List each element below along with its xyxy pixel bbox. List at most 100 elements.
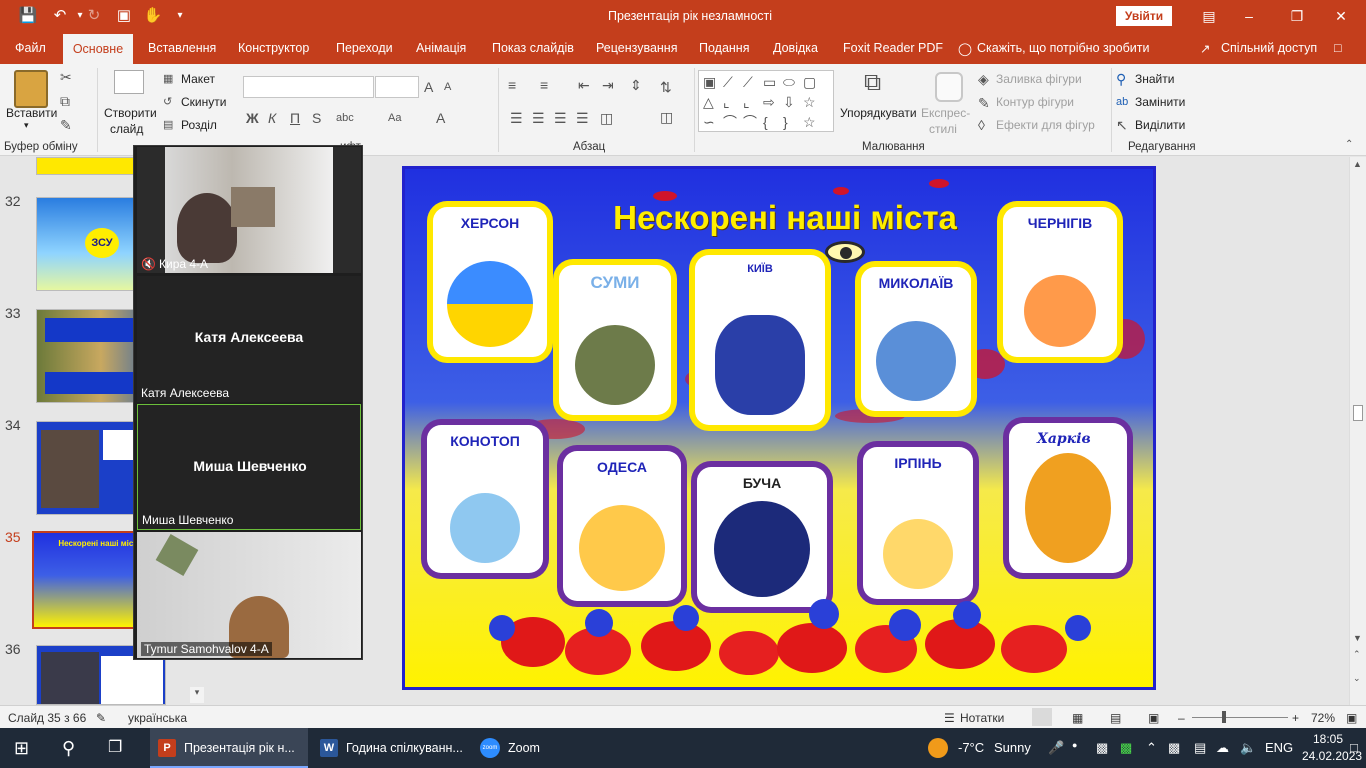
change-case-icon[interactable]: Aa	[388, 109, 401, 127]
find-button[interactable]: Знайти	[1135, 72, 1174, 86]
strikethrough-icon[interactable]: abc	[336, 109, 354, 127]
sign-in-button[interactable]: Увійти	[1116, 6, 1172, 26]
tray-app-icon[interactable]: ▩	[1168, 740, 1180, 756]
select-button[interactable]: Виділити	[1135, 118, 1185, 132]
start-slideshow-icon[interactable]: ▣	[114, 7, 134, 25]
tray-app-icon[interactable]: ▩	[1096, 740, 1108, 756]
ribbon-display-options-icon[interactable]: ▤	[1196, 5, 1222, 27]
tab-view[interactable]: Подання	[699, 41, 749, 55]
align-center-icon[interactable]: ☰	[532, 109, 545, 127]
restore-button[interactable]: ❐	[1284, 5, 1310, 27]
tab-help[interactable]: Довідка	[773, 41, 818, 55]
arrange-icon[interactable]: ⧉	[864, 71, 881, 95]
shadow-icon[interactable]: S	[312, 109, 321, 127]
star-shape-icon[interactable]: ☆	[803, 93, 816, 111]
font-color-icon[interactable]: A	[436, 109, 445, 127]
align-left-icon[interactable]: ☰	[510, 109, 523, 127]
vertical-scrollbar[interactable]: ▲ ▼ ⌃ ⌄	[1349, 157, 1366, 705]
quick-styles-button-line2[interactable]: стилі	[929, 122, 957, 136]
tab-slideshow[interactable]: Показ слайдів	[492, 41, 574, 55]
smartart-icon[interactable]: ◫	[660, 108, 673, 126]
task-view-icon[interactable]: ❐	[108, 728, 122, 768]
current-slide[interactable]: Нескорені наші міста ХЕРСОН СУМИ КИЇВ МИ…	[402, 166, 1156, 690]
tab-transitions[interactable]: Переходи	[336, 41, 393, 55]
taskbar-app-zoom[interactable]: zoom Zoom	[474, 728, 554, 768]
comments-icon[interactable]: □	[1334, 41, 1342, 55]
microphone-icon[interactable]: 🎤	[1048, 740, 1064, 756]
notes-button[interactable]: Нотатки	[960, 711, 1004, 725]
customize-toolbar-icon[interactable]: ▾	[170, 7, 190, 25]
arrange-button[interactable]: Упорядкувати	[840, 106, 917, 120]
copy-icon[interactable]: ⧉	[60, 92, 70, 110]
textbox-shape-icon[interactable]: ▣	[703, 73, 716, 91]
tab-foxit[interactable]: Foxit Reader PDF	[843, 41, 943, 55]
tab-review[interactable]: Рецензування	[596, 41, 677, 55]
italic-icon[interactable]: К	[268, 109, 276, 127]
increase-indent-icon[interactable]: ⇥	[602, 76, 614, 94]
spellcheck-icon[interactable]: ✎	[96, 711, 106, 725]
section-button[interactable]: Розділ	[181, 118, 217, 132]
line-spacing-icon[interactable]: ⇕	[630, 76, 642, 94]
paste-button[interactable]: Вставити	[6, 106, 57, 120]
rectangle-shape-icon[interactable]: ▭	[763, 73, 776, 91]
zoom-video-panel[interactable]: 🔇 Кира 4-А Катя Алексеева Катя Алексеева…	[133, 145, 363, 660]
participant-tile[interactable]: Tymur Samohvalov 4-A	[137, 532, 361, 658]
arc-shape-icon[interactable]: ⌒	[743, 113, 757, 131]
columns-icon[interactable]: ◫	[600, 109, 613, 127]
taskbar-app-powerpoint[interactable]: P Презентація рік н...	[150, 728, 308, 768]
windows-start-icon[interactable]: ⊞	[14, 728, 29, 768]
touch-mode-icon[interactable]: ✋	[143, 7, 163, 25]
new-slide-button-line2[interactable]: слайд	[110, 122, 143, 136]
tab-insert[interactable]: Вставлення	[148, 41, 216, 55]
zoom-tray-icon[interactable]: ●	[1072, 740, 1077, 750]
participant-tile-active-speaker[interactable]: Миша Шевченко Миша Шевченко	[137, 404, 361, 530]
zoom-slider-thumb[interactable]	[1222, 711, 1226, 723]
slideshow-view-icon[interactable]: ▣	[1148, 711, 1159, 725]
quick-styles-button[interactable]: Експрес-	[921, 106, 970, 120]
share-icon[interactable]: ↗	[1200, 41, 1210, 56]
font-name-input[interactable]	[243, 76, 374, 98]
close-button[interactable]: ✕	[1328, 5, 1354, 27]
decrease-font-icon[interactable]: A	[444, 78, 451, 96]
tray-chevron-icon[interactable]: ⌃	[1146, 740, 1157, 756]
tab-home[interactable]: Основне	[63, 34, 133, 64]
previous-slide-icon[interactable]: ⌃	[1353, 649, 1361, 660]
format-painter-icon[interactable]: ✎	[60, 116, 72, 134]
zoom-out-icon[interactable]: –	[1178, 711, 1185, 725]
participant-tile[interactable]: 🔇 Кира 4-А	[137, 147, 361, 273]
line-shape-icon[interactable]: ⟋	[723, 73, 733, 91]
volume-icon[interactable]: 🔈	[1240, 740, 1256, 756]
tab-file[interactable]: Файл	[15, 41, 46, 55]
replace-button[interactable]: Замінити	[1135, 95, 1185, 109]
tab-design[interactable]: Конструктор	[238, 41, 309, 55]
oval-shape-icon[interactable]: ⬭	[783, 73, 795, 91]
quick-styles-icon[interactable]	[935, 72, 963, 102]
decrease-indent-icon[interactable]: ⇤	[578, 76, 590, 94]
weather-description[interactable]: Sunny	[994, 740, 1031, 755]
star5-shape-icon[interactable]: ☆	[803, 113, 816, 131]
reset-button[interactable]: Скинути	[181, 95, 226, 109]
font-size-input[interactable]	[375, 76, 419, 98]
layout-button[interactable]: Макет	[181, 72, 215, 86]
paste-dropdown-icon[interactable]: ▾	[24, 120, 29, 131]
scroll-thumb[interactable]	[1353, 405, 1363, 421]
increase-font-icon[interactable]: A	[424, 78, 433, 96]
network-icon[interactable]: ▤	[1194, 740, 1206, 756]
weather-sun-icon[interactable]	[928, 738, 948, 758]
zoom-slider[interactable]	[1192, 711, 1288, 723]
connector-icon[interactable]: ⌞	[743, 93, 750, 111]
shape-outline-button[interactable]: Контур фігури	[996, 95, 1074, 109]
numbering-icon[interactable]: ≡	[540, 76, 548, 94]
align-right-icon[interactable]: ☰	[554, 109, 567, 127]
text-direction-icon[interactable]: ⇅	[660, 78, 672, 96]
freeform-shape-icon[interactable]: ∽	[703, 113, 715, 131]
new-slide-button[interactable]: Створити	[104, 106, 157, 120]
cloud-icon[interactable]: ☁	[1216, 740, 1229, 756]
fit-to-window-icon[interactable]: ▣	[1346, 711, 1357, 725]
next-slide-icon[interactable]: ⌄	[1353, 673, 1361, 684]
undo-icon[interactable]: ↶	[50, 7, 70, 25]
weather-temperature[interactable]: -7°C	[958, 740, 984, 755]
notifications-icon[interactable]: □	[1350, 740, 1358, 755]
elbow-connector-icon[interactable]: ⌞	[723, 93, 730, 111]
share-button[interactable]: Спільний доступ	[1221, 41, 1317, 55]
